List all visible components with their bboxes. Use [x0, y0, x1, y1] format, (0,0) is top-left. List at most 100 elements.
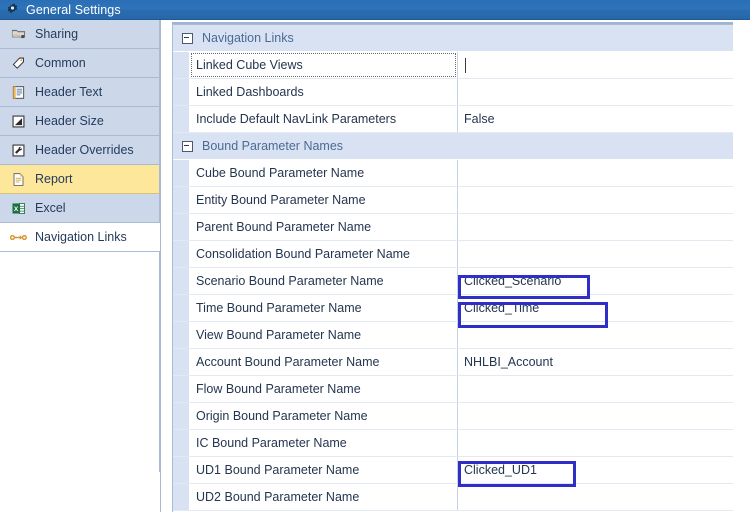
- sidebar-item-header-size[interactable]: Header Size: [0, 107, 160, 136]
- property-name-cell[interactable]: IC Bound Parameter Name: [190, 430, 458, 456]
- property-row-gutter: [173, 214, 190, 240]
- property-name-cell[interactable]: View Bound Parameter Name: [190, 322, 458, 348]
- sidebar-item-excel[interactable]: X Excel: [0, 194, 160, 223]
- property-row[interactable]: Flow Bound Parameter Name: [173, 376, 734, 403]
- property-name-cell[interactable]: Parent Bound Parameter Name: [190, 214, 458, 240]
- property-name-label: Time Bound Parameter Name: [196, 301, 362, 315]
- property-row[interactable]: Time Bound Parameter Name Clicked_Time: [173, 295, 734, 322]
- property-name-cell[interactable]: Linked Cube Views: [190, 52, 458, 78]
- collapse-icon[interactable]: [182, 32, 193, 44]
- property-name-cell[interactable]: Include Default NavLink Parameters: [190, 106, 458, 132]
- property-value-cell[interactable]: [458, 160, 734, 186]
- property-name-label: Cube Bound Parameter Name: [196, 166, 365, 180]
- property-name-cell[interactable]: Flow Bound Parameter Name: [190, 376, 458, 402]
- gear-icon: [6, 3, 19, 16]
- property-value-text: Clicked_UD1: [464, 463, 537, 477]
- property-value-cell[interactable]: [458, 403, 734, 429]
- property-name-label: Consolidation Bound Parameter Name: [196, 247, 411, 261]
- sidebar-item-label: Header Size: [35, 114, 104, 128]
- property-row[interactable]: Entity Bound Parameter Name: [173, 187, 734, 214]
- excel-icon: X: [10, 200, 27, 217]
- sidebar-item-report[interactable]: Report: [0, 165, 160, 194]
- property-row-gutter: [173, 187, 190, 213]
- grid-right-margin: [733, 22, 750, 512]
- property-row[interactable]: Account Bound Parameter Name NHLBI_Accoun…: [173, 349, 734, 376]
- property-row[interactable]: Linked Cube Views: [173, 52, 734, 79]
- sidebar-item-sharing[interactable]: Sharing: [0, 20, 160, 49]
- property-value-cell[interactable]: False: [458, 106, 734, 132]
- property-name-label: UD2 Bound Parameter Name: [196, 490, 360, 504]
- general-settings-window: General Settings Sharing Common Header T…: [0, 0, 750, 512]
- property-value-cell[interactable]: [458, 322, 734, 348]
- property-row[interactable]: Scenario Bound Parameter Name Clicked_Sce…: [173, 268, 734, 295]
- property-row[interactable]: UD1 Bound Parameter Name Clicked_UD1: [173, 457, 734, 484]
- property-value-cell[interactable]: [458, 376, 734, 402]
- property-value-cell[interactable]: Clicked_Time: [458, 295, 734, 321]
- property-name-label: Parent Bound Parameter Name: [196, 220, 372, 234]
- property-value-cell[interactable]: [458, 214, 734, 240]
- property-name-cell[interactable]: Linked Dashboards: [190, 79, 458, 105]
- property-name-cell[interactable]: Cube Bound Parameter Name: [190, 160, 458, 186]
- sidebar-item-label: Excel: [35, 201, 66, 215]
- property-category-label: Navigation Links: [202, 31, 294, 45]
- property-value-cell[interactable]: [458, 79, 734, 105]
- sidebar-item-header-text[interactable]: Header Text: [0, 78, 160, 107]
- property-name-cell[interactable]: Entity Bound Parameter Name: [190, 187, 458, 213]
- property-value-cell[interactable]: NHLBI_Account: [458, 349, 734, 375]
- property-name-label: View Bound Parameter Name: [196, 328, 362, 342]
- sidebar-item-label: Sharing: [35, 27, 79, 41]
- property-row[interactable]: Cube Bound Parameter Name: [173, 160, 734, 187]
- wrench-icon: [10, 142, 27, 159]
- property-name-cell[interactable]: UD2 Bound Parameter Name: [190, 484, 458, 510]
- property-name-label: Account Bound Parameter Name: [196, 355, 380, 369]
- property-name-cell[interactable]: Time Bound Parameter Name: [190, 295, 458, 321]
- property-value-cell[interactable]: [458, 430, 734, 456]
- property-name-cell[interactable]: Origin Bound Parameter Name: [190, 403, 458, 429]
- property-row-gutter: [173, 160, 190, 186]
- sidebar-item-common[interactable]: Common: [0, 49, 160, 78]
- property-row-gutter: [173, 376, 190, 402]
- property-row[interactable]: Origin Bound Parameter Name: [173, 403, 734, 430]
- property-name-cell[interactable]: Account Bound Parameter Name: [190, 349, 458, 375]
- property-row[interactable]: Parent Bound Parameter Name: [173, 214, 734, 241]
- property-value-cell[interactable]: Clicked_UD1: [458, 457, 734, 483]
- property-value-cell[interactable]: [458, 187, 734, 213]
- collapse-icon[interactable]: [182, 140, 193, 152]
- property-value-text: False: [464, 112, 495, 126]
- sidebar-item-label: Navigation Links: [35, 230, 127, 244]
- property-name-cell[interactable]: UD1 Bound Parameter Name: [190, 457, 458, 483]
- window-titlebar: General Settings: [0, 0, 750, 20]
- property-value-cell[interactable]: [458, 241, 734, 267]
- text-document-icon: [10, 84, 27, 101]
- property-name-label: Include Default NavLink Parameters: [196, 112, 397, 126]
- sidebar-item-label: Header Text: [35, 85, 103, 99]
- property-row-gutter: [173, 106, 190, 132]
- property-value-cell[interactable]: [458, 484, 734, 510]
- property-row[interactable]: IC Bound Parameter Name: [173, 430, 734, 457]
- property-row[interactable]: View Bound Parameter Name: [173, 322, 734, 349]
- property-row[interactable]: Consolidation Bound Parameter Name: [173, 241, 734, 268]
- property-row-gutter: [173, 241, 190, 267]
- svg-text:X: X: [14, 205, 19, 212]
- property-name-cell[interactable]: Scenario Bound Parameter Name: [190, 268, 458, 294]
- property-grid[interactable]: Navigation Links Linked Cube Views Linked …: [172, 24, 734, 512]
- property-name-label: Entity Bound Parameter Name: [196, 193, 366, 207]
- resize-icon: [10, 113, 27, 130]
- property-row-gutter: [173, 403, 190, 429]
- sidebar-item-header-overrides[interactable]: Header Overrides: [0, 136, 160, 165]
- sidebar-item-label: Header Overrides: [35, 143, 134, 157]
- property-row[interactable]: UD2 Bound Parameter Name: [173, 484, 734, 511]
- property-row[interactable]: Include Default NavLink Parameters False: [173, 106, 734, 133]
- property-row[interactable]: Linked Dashboards: [173, 79, 734, 106]
- property-category-header[interactable]: Navigation Links: [173, 25, 734, 52]
- property-value-cell[interactable]: [458, 52, 734, 78]
- property-name-label: IC Bound Parameter Name: [196, 436, 347, 450]
- property-name-cell[interactable]: Consolidation Bound Parameter Name: [190, 241, 458, 267]
- sidebar-item-navigation-links[interactable]: Navigation Links: [0, 223, 160, 252]
- sidebar-item-label: Report: [35, 172, 73, 186]
- sidebar-item-label: Common: [35, 56, 86, 70]
- property-category-header[interactable]: Bound Parameter Names: [173, 133, 734, 160]
- property-category-label: Bound Parameter Names: [202, 139, 344, 153]
- property-row-gutter: [173, 268, 190, 294]
- property-value-cell[interactable]: Clicked_Scenario: [458, 268, 734, 294]
